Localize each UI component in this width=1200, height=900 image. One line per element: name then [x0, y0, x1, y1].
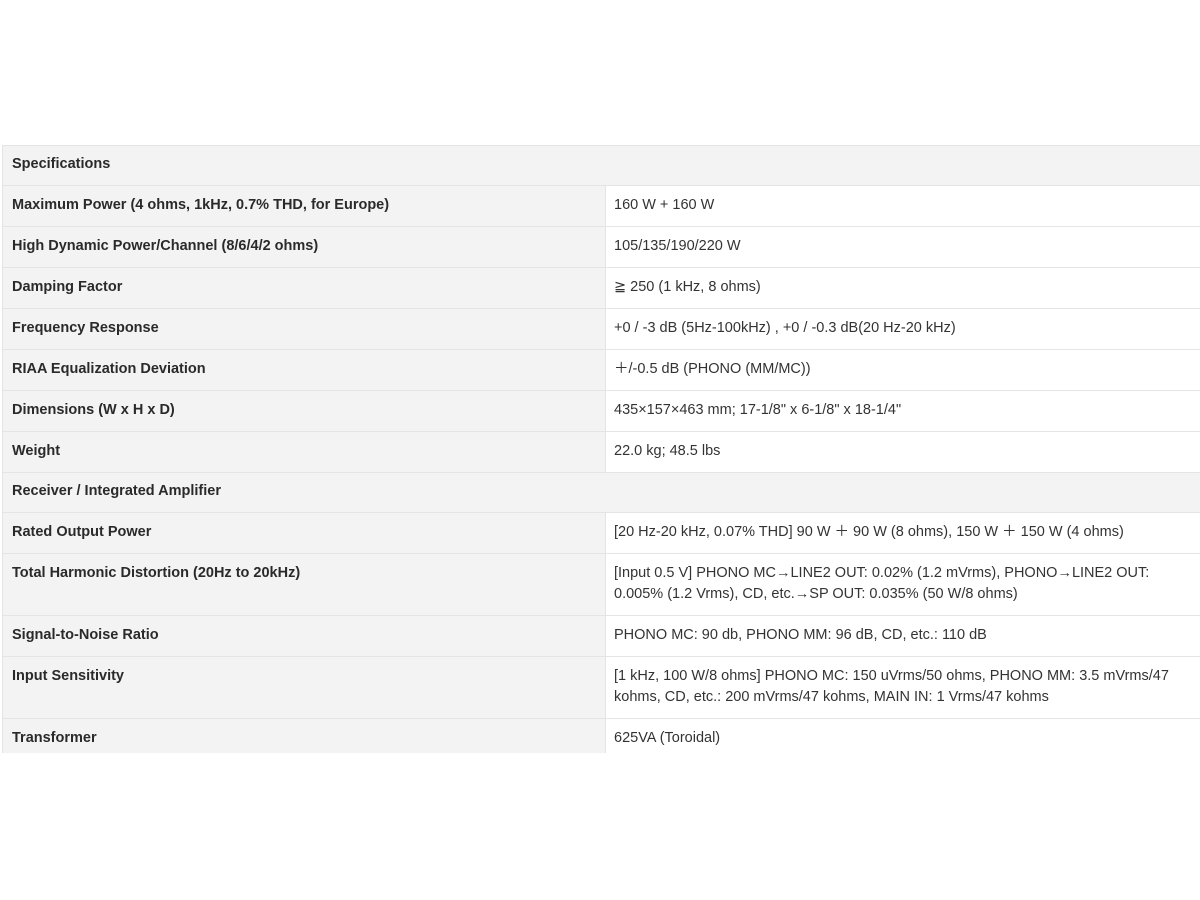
spec-row: High Dynamic Power/Channel (8/6/4/2 ohms…: [2, 226, 1200, 268]
spec-label: Total Harmonic Distortion (20Hz to 20kHz…: [2, 553, 606, 616]
spec-label: Rated Output Power: [2, 512, 606, 554]
spec-value: [1 kHz, 100 W/8 ohms] PHONO MC: 150 uVrm…: [605, 656, 1200, 719]
spec-label: Frequency Response: [2, 308, 606, 350]
spec-row: Frequency Response +0 / -3 dB (5Hz-100kHz…: [2, 308, 1200, 350]
spec-value: 160 W + 160 W: [605, 185, 1200, 227]
spec-row: Rated Output Power [20 Hz-20 kHz, 0.07% T…: [2, 512, 1200, 554]
spec-value: 22.0 kg; 48.5 lbs: [605, 431, 1200, 473]
spec-row: RIAA Equalization Deviation ＋/-0.5 dB (PH…: [2, 349, 1200, 391]
spec-value: 105/135/190/220 W: [605, 226, 1200, 268]
spec-row: Maximum Power (4 ohms, 1kHz, 0.7% THD, f…: [2, 185, 1200, 227]
spec-label: Signal-to-Noise Ratio: [2, 615, 606, 657]
spec-row: Signal-to-Noise Ratio PHONO MC: 90 db, PH…: [2, 615, 1200, 657]
section-title: Receiver / Integrated Amplifier: [2, 472, 1200, 513]
spec-value: PHONO MC: 90 db, PHONO MM: 96 dB, CD, et…: [605, 615, 1200, 657]
spec-label: Input Sensitivity: [2, 656, 606, 719]
spec-value: [20 Hz-20 kHz, 0.07% THD] 90 W ＋ 90 W (8…: [605, 512, 1200, 554]
spec-value: ≧ 250 (1 kHz, 8 ohms): [605, 267, 1200, 309]
spec-row: Weight 22.0 kg; 48.5 lbs: [2, 431, 1200, 473]
spec-label: Transformer: [2, 718, 606, 753]
spec-label: Dimensions (W x H x D): [2, 390, 606, 432]
specifications-table-body: Specifications Maximum Power (4 ohms, 1kH…: [2, 145, 1200, 753]
spec-value: [Input 0.5 V] PHONO MC→LINE2 OUT: 0.02% …: [605, 553, 1200, 616]
section-title: Specifications: [2, 145, 1200, 186]
spec-value: 625VA (Toroidal): [605, 718, 1200, 753]
spec-row: Total Harmonic Distortion (20Hz to 20kHz…: [2, 553, 1200, 616]
spec-value: 435×157×463 mm; 17-1/8" x 6-1/8" x 18-1/…: [605, 390, 1200, 432]
spec-label: Maximum Power (4 ohms, 1kHz, 0.7% THD, f…: [2, 185, 606, 227]
section-header-row: Specifications: [2, 145, 1200, 186]
spec-value: +0 / -3 dB (5Hz-100kHz) , +0 / -0.3 dB(2…: [605, 308, 1200, 350]
spec-row: Input Sensitivity [1 kHz, 100 W/8 ohms] P…: [2, 656, 1200, 719]
spec-label: Weight: [2, 431, 606, 473]
spec-value: ＋/-0.5 dB (PHONO (MM/MC)): [605, 349, 1200, 391]
spec-row: Transformer 625VA (Toroidal): [2, 718, 1200, 753]
spec-table-viewport: Specifications Maximum Power (4 ohms, 1kH…: [0, 145, 1200, 753]
spec-row: Damping Factor ≧ 250 (1 kHz, 8 ohms): [2, 267, 1200, 309]
spec-label: Damping Factor: [2, 267, 606, 309]
spec-row: Dimensions (W x H x D) 435×157×463 mm; 17…: [2, 390, 1200, 432]
specifications-table: Specifications Maximum Power (4 ohms, 1kH…: [2, 145, 1200, 753]
section-header-row: Receiver / Integrated Amplifier: [2, 472, 1200, 513]
spec-label: RIAA Equalization Deviation: [2, 349, 606, 391]
spec-label: High Dynamic Power/Channel (8/6/4/2 ohms…: [2, 226, 606, 268]
